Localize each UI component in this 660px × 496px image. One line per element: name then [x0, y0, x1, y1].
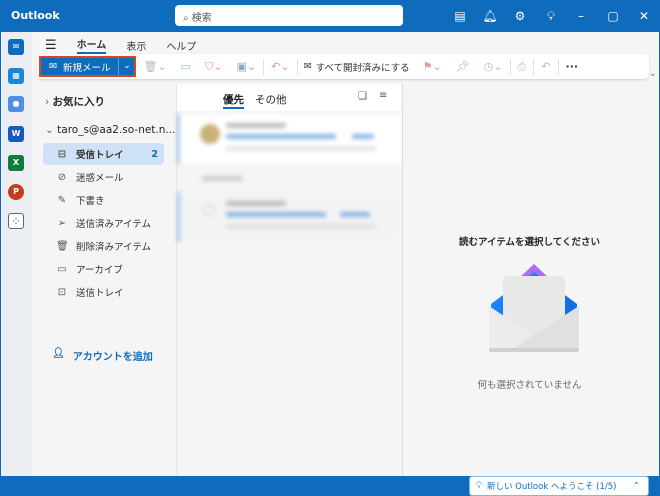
favorites-header[interactable]: › お気に入り — [45, 94, 105, 109]
archive-icon[interactable]: ▭ — [174, 60, 198, 73]
search-icon: ⌕ — [183, 13, 192, 24]
more-apps-icon[interactable]: ⁘ — [8, 213, 24, 229]
powerpoint-app-icon[interactable]: P — [8, 184, 24, 200]
tab-other[interactable]: その他 — [255, 92, 287, 107]
app-title: Outlook — [11, 9, 60, 22]
flag-icon[interactable]: ⚑⌄ — [416, 60, 449, 73]
welcome-banner[interactable]: 💡︎ 新しい Outlook へようこそ (1/5) ⌃ — [469, 476, 649, 496]
more-options-button[interactable]: ··· — [559, 60, 586, 73]
new-mail-label: 新規メール — [62, 62, 111, 74]
empty-state-text: 何も選択されていません — [477, 380, 582, 391]
move-icon[interactable]: ▣⌄ — [230, 60, 264, 73]
new-mail-dropdown[interactable]: ⌄ — [118, 58, 134, 75]
ribbon: ✉ 新規メール ⌄ 🗑︎⌄ ▭ ⛉⌄ ▣⌄ ↶⌄ ✉ すべて開封済みにする ⚑⌄ 📌… — [37, 54, 649, 79]
filter-icon[interactable]: ≡ — [379, 90, 387, 101]
trash-icon: 🗑︎ — [56, 240, 69, 252]
delete-icon[interactable]: 🗑︎⌄ — [136, 60, 173, 73]
mark-all-read-button[interactable]: ✉ すべて開封済みにする — [298, 60, 416, 74]
mark-all-read-label: すべて開封済みにする — [315, 62, 410, 74]
ribbon-expand-icon[interactable]: ⌄ — [649, 69, 657, 79]
my-day-icon[interactable]: ▤ — [452, 8, 468, 24]
folder-archive[interactable]: ▭ アーカイブ — [43, 258, 164, 280]
excel-app-icon[interactable]: X — [8, 155, 24, 171]
tab-home[interactable]: ホーム — [76, 36, 107, 54]
folder-junk[interactable]: ⊘ 迷惑メール — [43, 166, 164, 188]
inbox-icon: ⊟ — [57, 148, 67, 160]
folder-sent[interactable]: ➢ 送信済みアイテム — [43, 212, 164, 234]
hamburger-menu-icon[interactable]: ☰ — [45, 38, 57, 53]
chevron-up-icon[interactable]: ⌃ — [633, 481, 640, 491]
pin-icon[interactable]: 📌︎ — [449, 60, 477, 73]
new-mail-button[interactable]: ✉ 新規メール — [41, 58, 118, 75]
unread-count: 2 — [151, 148, 158, 160]
outbox-icon: ⊡ — [57, 286, 67, 298]
add-account-button[interactable]: 👤︎ アカウントを追加 — [52, 348, 153, 363]
mail-icon: ✉ — [49, 61, 57, 72]
account-header[interactable]: ⌄ taro_s@aa2.so-net.n... — [45, 124, 175, 136]
list-item[interactable] — [177, 114, 402, 164]
word-app-icon[interactable]: W — [8, 126, 24, 142]
envelope-open-icon: ✉ — [303, 61, 312, 72]
folder-inbox[interactable]: ⊟ 受信トレイ 2 — [43, 143, 164, 165]
reading-pane-title: 読むアイテムを選択してください — [459, 237, 600, 248]
folder-pane: › お気に入り ⌄ taro_s@aa2.so-net.n... ⊟ 受信トレイ 2… — [32, 84, 176, 476]
open-envelope-illustration — [489, 264, 579, 352]
lightbulb-icon[interactable]: 💡︎ — [543, 8, 559, 24]
junk-icon: ⊘ — [57, 171, 67, 183]
archive-icon: ▭ — [57, 263, 67, 275]
bell-icon[interactable]: 🔔︎ — [482, 8, 498, 24]
search-input[interactable]: ⌕ 検索 — [175, 5, 403, 26]
calendar-app-icon[interactable]: ▦ — [8, 68, 24, 84]
report-icon[interactable]: ⛉⌄ — [198, 60, 229, 74]
add-person-icon: 👤︎ — [52, 348, 65, 359]
maximize-button[interactable]: ▢ — [605, 8, 621, 24]
message-list: 優先 その他 ❏ ≡ — [176, 84, 402, 476]
welcome-label: 新しい Outlook へようこそ (1/5) — [486, 482, 617, 492]
undo-icon[interactable]: ↶ — [534, 60, 557, 73]
list-item[interactable] — [177, 192, 402, 242]
tab-view[interactable]: 表示 — [126, 38, 146, 53]
gear-icon[interactable]: ⚙ — [512, 8, 528, 24]
mail-app-icon[interactable]: ✉ — [8, 39, 24, 55]
reading-pane: 読むアイテムを選択してください 何も選択されていません 💡︎ 新しい Outloo… — [402, 84, 656, 496]
search-placeholder: 検索 — [191, 13, 212, 24]
folder-deleted[interactable]: 🗑︎ 削除済みアイテム — [43, 235, 164, 257]
draft-icon: ✎ — [57, 194, 67, 206]
tab-focused[interactable]: 優先 — [223, 92, 244, 109]
new-mail-button-group: ✉ 新規メール ⌄ — [39, 56, 137, 77]
print-icon[interactable]: ⎙ — [511, 60, 534, 74]
folder-drafts[interactable]: ✎ 下書き — [43, 189, 164, 211]
folder-outbox[interactable]: ⊡ 送信トレイ — [43, 281, 164, 303]
minimize-button[interactable]: – — [573, 8, 589, 24]
title-bar: Outlook ⌕ 検索 ▤ 🔔︎ ⚙ 💡︎ – ▢ ✕ — [0, 0, 660, 32]
close-button[interactable]: ✕ — [636, 8, 652, 24]
sent-icon: ➢ — [57, 217, 67, 229]
lightbulb-icon: 💡︎ — [476, 481, 482, 491]
tab-help[interactable]: ヘルプ — [166, 38, 196, 53]
snooze-icon[interactable]: ◷⌄ — [477, 60, 510, 73]
select-icon[interactable]: ❏ — [358, 91, 367, 102]
reply-icon[interactable]: ↶⌄ — [264, 60, 296, 73]
app-rail: ✉ ▦ ● W X P ⁘ — [1, 32, 32, 476]
people-app-icon[interactable]: ● — [8, 96, 24, 112]
